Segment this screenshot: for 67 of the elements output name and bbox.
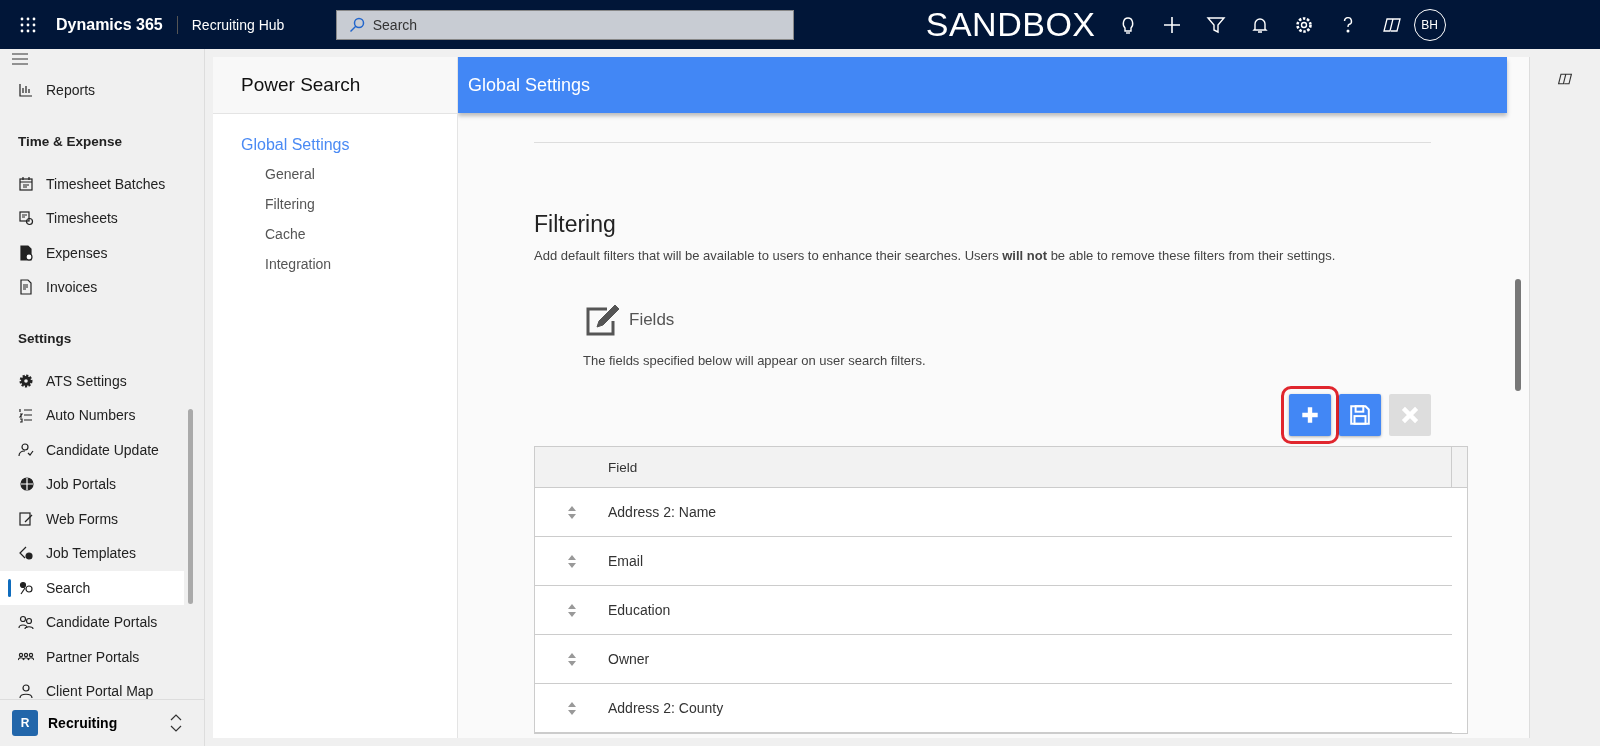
filter-icon[interactable] — [1205, 14, 1226, 35]
person-icon — [18, 441, 34, 458]
scrollbar-thumb[interactable] — [188, 409, 193, 604]
form-edit-icon — [18, 510, 34, 527]
plus-icon[interactable] — [1161, 14, 1182, 35]
table-cell: Education — [608, 602, 671, 618]
reorder-icon[interactable] — [567, 554, 576, 568]
reorder-icon[interactable] — [567, 505, 576, 519]
calendar-icon — [18, 175, 34, 192]
nav-link[interactable]: Cache — [213, 220, 457, 250]
sidebar-item[interactable]: ATS Settings — [0, 363, 184, 398]
search-field[interactable]: Search — [335, 9, 794, 40]
sidebar-item[interactable]: Candidate Portals — [0, 605, 184, 640]
card-description: The fields specified below will appear on user search filters. — [583, 353, 927, 368]
settings-icon[interactable] — [1293, 14, 1314, 35]
save-button[interactable] — [1339, 394, 1381, 436]
reorder-icon[interactable] — [567, 603, 576, 617]
chevron-updown-icon — [170, 714, 182, 732]
sidebar-item[interactable]: Timesheets — [0, 201, 184, 236]
save-icon — [1349, 404, 1371, 426]
calendar-clock-icon — [18, 210, 34, 227]
card-title: Fields — [629, 310, 675, 330]
search-icon — [348, 16, 365, 33]
menu-icon[interactable] — [12, 53, 28, 65]
sidebar-item[interactable]: Job Portals — [0, 467, 184, 502]
app-launcher-icon[interactable] — [20, 16, 36, 33]
nav-link[interactable]: General — [213, 160, 457, 190]
copilot-icon[interactable] — [1557, 71, 1573, 87]
sidebar-item[interactable]: Web Forms — [0, 501, 184, 536]
nav-link[interactable]: Filtering — [213, 190, 457, 220]
document-icon — [18, 279, 34, 296]
reorder-icon[interactable] — [567, 652, 576, 666]
gear-icon — [18, 372, 34, 389]
globe-icon — [18, 476, 34, 493]
nav-link[interactable]: Integration — [213, 250, 457, 280]
sidebar-item[interactable]: Partner Portals — [0, 639, 184, 674]
person-icon — [18, 683, 34, 699]
sidebar-item[interactable]: Candidate Update — [0, 432, 184, 467]
app-name[interactable]: Recruiting Hub — [191, 16, 336, 33]
sidebar-item[interactable]: Client Portal Map — [0, 674, 184, 699]
table-cell: Address 2: County — [608, 700, 724, 716]
table-cell: Address 2: Name — [608, 504, 717, 520]
close-icon — [1399, 404, 1421, 426]
panel-title: Power Search — [213, 57, 457, 114]
table-cell: Email — [608, 553, 643, 569]
chart-icon — [18, 82, 34, 99]
header-bar: Global Settings — [458, 57, 1507, 113]
sidebar-item[interactable]: Search — [0, 570, 184, 605]
area-switcher[interactable]: R Recruiting — [0, 699, 204, 746]
document-icon — [18, 244, 34, 261]
sidebar-item[interactable]: Reports — [0, 73, 184, 108]
section-heading: Time & Expense — [17, 132, 124, 151]
table-cell: Owner — [608, 651, 650, 667]
sidebar-item[interactable]: Auto Numbers — [0, 398, 184, 433]
section-description: Add default filters that will be available to users to enhance their searches. Users will not be able to remove these filters from their settings. — [534, 248, 1337, 263]
reorder-icon[interactable] — [567, 701, 576, 715]
people-icon — [18, 614, 34, 631]
numbered-list-icon — [18, 407, 34, 424]
section-heading: Settings — [17, 329, 73, 348]
sidebar-item[interactable]: Expenses — [0, 235, 184, 270]
brand-name[interactable]: Dynamics 365 — [56, 15, 178, 34]
plus-icon — [1299, 404, 1321, 426]
section-title: Filtering — [534, 211, 617, 238]
sidebar-item[interactable]: Job Templates — [0, 536, 184, 571]
environment-label: SANDBOX — [925, 5, 1096, 44]
sidebar-item[interactable]: Invoices — [0, 270, 184, 305]
sidebar-item[interactable]: Timesheet Batches — [0, 166, 184, 201]
